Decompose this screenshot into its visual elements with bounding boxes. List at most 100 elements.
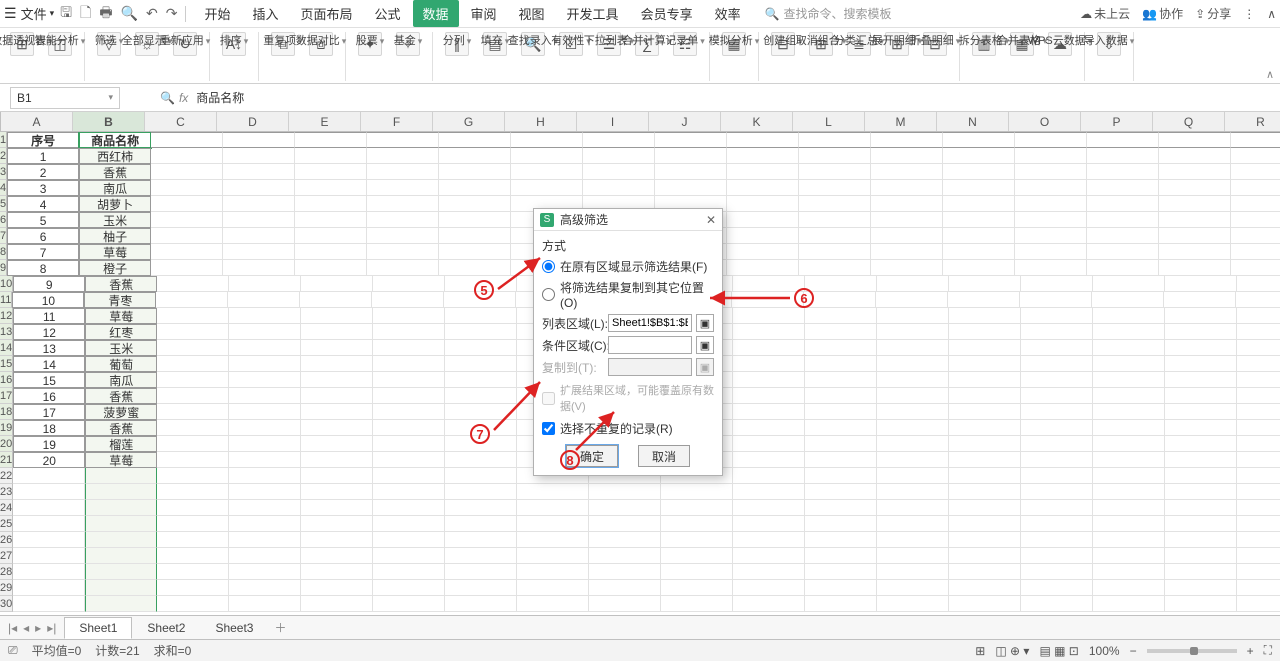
cell-Q27[interactable] (1165, 548, 1237, 564)
cell-K25[interactable] (733, 516, 805, 532)
cell-N25[interactable] (949, 516, 1021, 532)
cell-B1[interactable]: 商品名称 (79, 132, 151, 148)
cell-N27[interactable] (949, 548, 1021, 564)
cell-F5[interactable] (367, 196, 439, 212)
ribbon-筛选[interactable]: ▽筛选 (93, 30, 125, 58)
cell-D30[interactable] (229, 596, 301, 612)
cell-R20[interactable] (1237, 436, 1280, 452)
file-menu[interactable]: 文件 ▾ (4, 4, 54, 23)
cell-Q22[interactable] (1165, 468, 1237, 484)
cell-J25[interactable] (661, 516, 733, 532)
cell-F19[interactable] (373, 420, 445, 436)
col-header-M[interactable]: M (865, 112, 937, 131)
ribbon-有效性[interactable]: ☑有效性 (555, 30, 587, 58)
cell-C14[interactable] (157, 340, 229, 356)
cell-E6[interactable] (295, 212, 367, 228)
cell-E28[interactable] (301, 564, 373, 580)
cell-D15[interactable] (229, 356, 301, 372)
row-header[interactable]: 27 (0, 548, 13, 564)
cell-C23[interactable] (157, 484, 229, 500)
cell-C19[interactable] (157, 420, 229, 436)
cell-I23[interactable] (589, 484, 661, 500)
row-header[interactable]: 29 (0, 580, 13, 596)
cell-F4[interactable] (367, 180, 439, 196)
row-header[interactable]: 30 (0, 596, 13, 612)
cell-E20[interactable] (301, 436, 373, 452)
ribbon-模拟分析[interactable]: ▦模拟分析 (718, 30, 750, 58)
cell-O2[interactable] (1015, 148, 1087, 164)
cell-L14[interactable] (805, 340, 877, 356)
row-header[interactable]: 20 (0, 436, 13, 452)
cell-M13[interactable] (877, 324, 949, 340)
cell-K29[interactable] (733, 580, 805, 596)
cell-O11[interactable] (1020, 292, 1092, 308)
cell-L4[interactable] (799, 180, 871, 196)
cell-H1[interactable] (511, 132, 583, 148)
col-header-R[interactable]: R (1225, 112, 1280, 131)
zoom-slider[interactable] (1147, 649, 1237, 653)
cell-H26[interactable] (517, 532, 589, 548)
cell-R30[interactable] (1237, 596, 1280, 612)
cell-G15[interactable] (445, 356, 517, 372)
cell-O30[interactable] (1021, 596, 1093, 612)
cell-R19[interactable] (1237, 420, 1280, 436)
cell-E25[interactable] (301, 516, 373, 532)
cell-B18[interactable]: 菠萝蜜 (85, 404, 157, 420)
cell-L2[interactable] (799, 148, 871, 164)
cell-O13[interactable] (1021, 324, 1093, 340)
cell-N10[interactable] (949, 276, 1021, 292)
cell-A16[interactable]: 15 (13, 372, 85, 388)
cell-C27[interactable] (157, 548, 229, 564)
cell-C10[interactable] (157, 276, 229, 292)
ribbon-记录单[interactable]: ☷记录单 (669, 30, 701, 58)
row-header[interactable]: 22 (0, 468, 13, 484)
cell-J2[interactable] (655, 148, 727, 164)
cell-E10[interactable] (301, 276, 373, 292)
cell-O28[interactable] (1021, 564, 1093, 580)
cell-C18[interactable] (157, 404, 229, 420)
cell-G16[interactable] (445, 372, 517, 388)
cell-A22[interactable] (13, 468, 85, 484)
cell-D23[interactable] (229, 484, 301, 500)
cell-L12[interactable] (805, 308, 877, 324)
cell-A3[interactable]: 2 (7, 164, 79, 180)
cell-O18[interactable] (1021, 404, 1093, 420)
cell-D29[interactable] (229, 580, 301, 596)
cell-N19[interactable] (949, 420, 1021, 436)
cell-G7[interactable] (439, 228, 511, 244)
cell-M18[interactable] (877, 404, 949, 420)
cell-I29[interactable] (589, 580, 661, 596)
cell-A14[interactable]: 13 (13, 340, 85, 356)
cell-L20[interactable] (805, 436, 877, 452)
cell-D11[interactable] (228, 292, 300, 308)
col-header-B[interactable]: B (73, 112, 145, 131)
cell-E13[interactable] (301, 324, 373, 340)
col-header-K[interactable]: K (721, 112, 793, 131)
cell-Q7[interactable] (1159, 228, 1231, 244)
cell-B30[interactable] (85, 596, 157, 612)
cell-E23[interactable] (301, 484, 373, 500)
cell-D3[interactable] (223, 164, 295, 180)
cell-R29[interactable] (1237, 580, 1280, 596)
cell-E1[interactable] (295, 132, 367, 148)
cell-N22[interactable] (949, 468, 1021, 484)
cell-M15[interactable] (877, 356, 949, 372)
cell-A13[interactable]: 12 (13, 324, 85, 340)
cell-K18[interactable] (733, 404, 805, 420)
row-header[interactable]: 24 (0, 500, 13, 516)
cell-P21[interactable] (1093, 452, 1165, 468)
cell-G18[interactable] (445, 404, 517, 420)
ribbon-填充[interactable]: ▤填充 (479, 30, 511, 58)
cell-R2[interactable] (1231, 148, 1280, 164)
cell-I3[interactable] (583, 164, 655, 180)
cell-K9[interactable] (727, 260, 799, 276)
zoom-value[interactable]: 100% (1089, 644, 1120, 658)
cell-L7[interactable] (799, 228, 871, 244)
col-header-F[interactable]: F (361, 112, 433, 131)
cell-Q26[interactable] (1165, 532, 1237, 548)
dialog-titlebar[interactable]: S 高级筛选 ✕ (534, 209, 722, 231)
cell-C3[interactable] (151, 164, 223, 180)
cell-Q2[interactable] (1159, 148, 1231, 164)
cell-O29[interactable] (1021, 580, 1093, 596)
cell-B25[interactable] (85, 516, 157, 532)
